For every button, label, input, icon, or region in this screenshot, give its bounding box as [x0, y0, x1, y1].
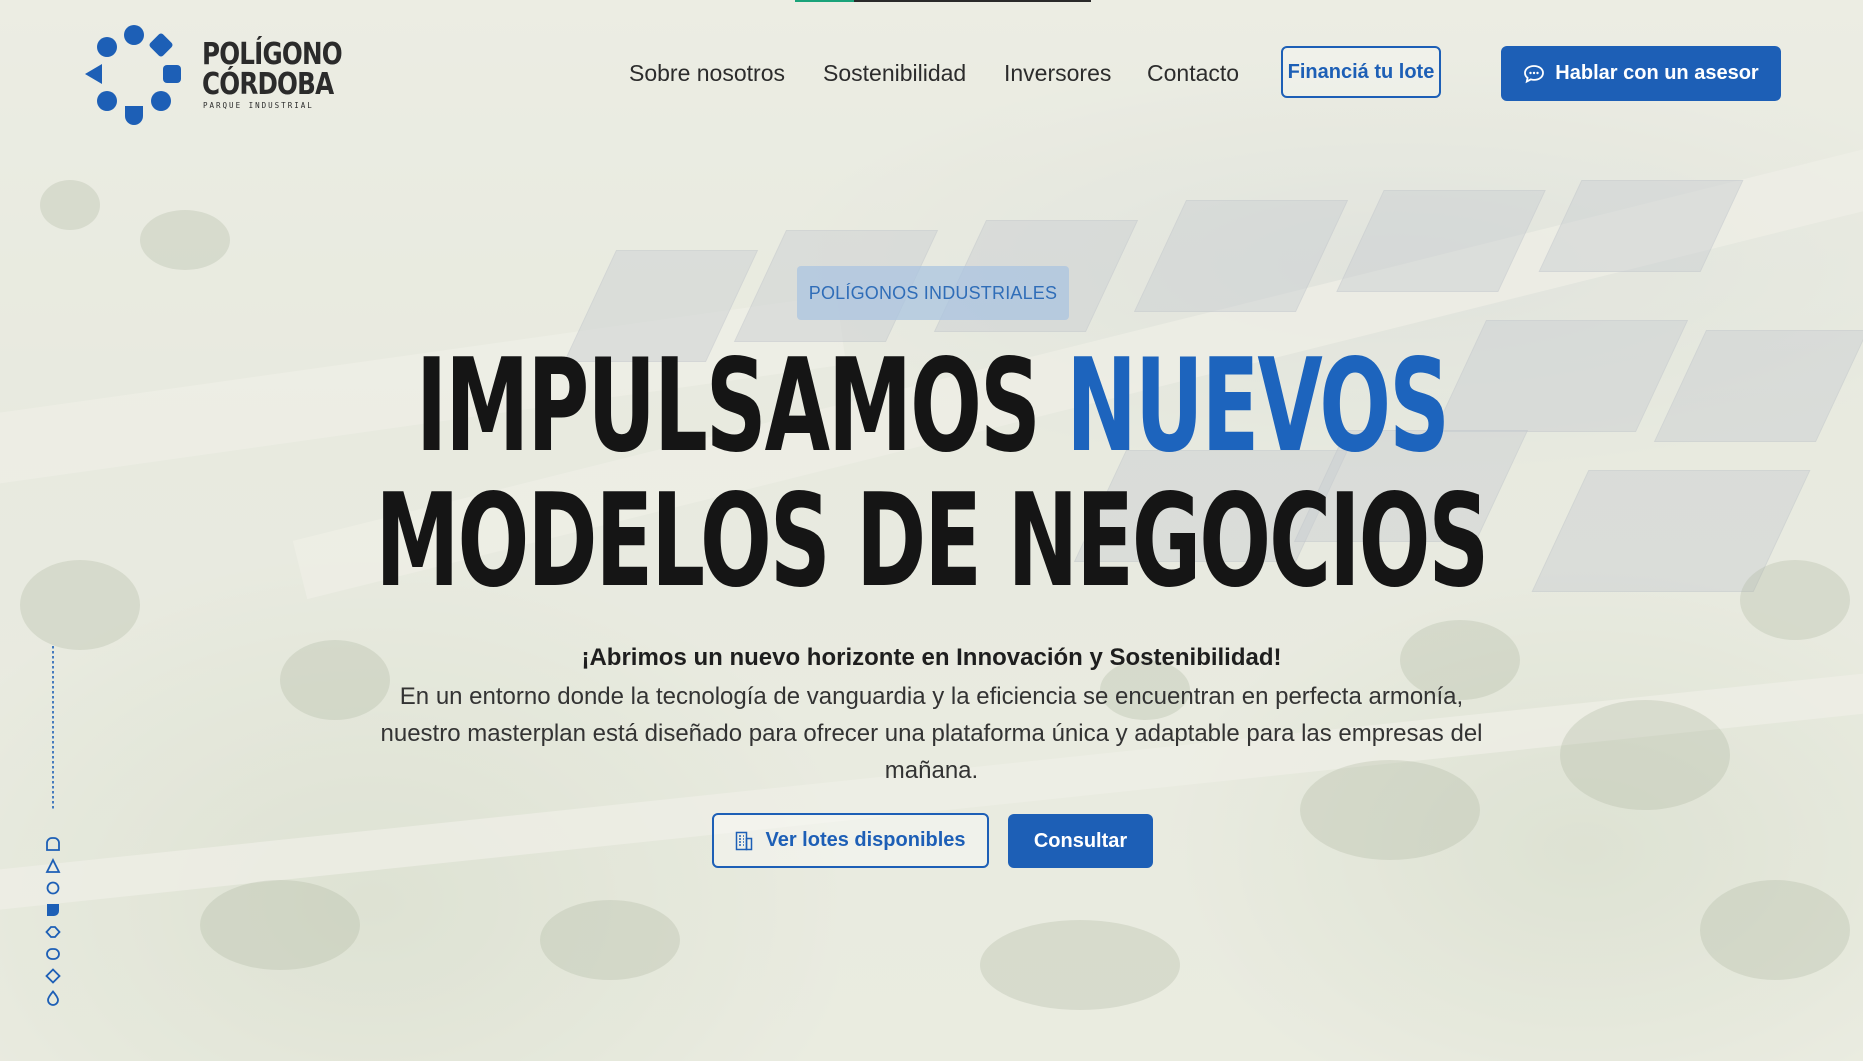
nav-contacto[interactable]: Contacto [1147, 60, 1239, 87]
active-shield-icon[interactable] [45, 902, 61, 918]
triangle-icon[interactable] [45, 858, 61, 874]
drop-icon[interactable] [45, 990, 61, 1006]
ver-lotes-label: Ver lotes disponibles [765, 829, 966, 851]
financia-lote-button[interactable]: Financiá tu lote [1281, 46, 1441, 98]
ver-lotes-button[interactable]: Ver lotes disponibles [712, 813, 989, 868]
hero-headline-line2: MODELOS DE NEGOCIOS [375, 467, 1490, 616]
section-shape-indicators [45, 836, 61, 1012]
building-icon [736, 831, 753, 850]
hablar-asesor-label: Hablar con un asesor [1555, 62, 1759, 84]
nav-inversores[interactable]: Inversores [1004, 60, 1111, 87]
logo-tagline: PARQUE INDUSTRIAL [203, 101, 314, 110]
logo-mark-icon [85, 25, 181, 125]
site-logo[interactable]: POLÍGONO CÓRDOBA PARQUE INDUSTRIAL [82, 22, 343, 126]
nav-sostenibilidad[interactable]: Sostenibilidad [823, 60, 966, 87]
consultar-label: Consultar [1033, 829, 1128, 852]
hero-lead: ¡Abrimos un nuevo horizonte en Innovació… [581, 644, 1282, 671]
nav-sobre-nosotros[interactable]: Sobre nosotros [629, 60, 785, 87]
page-progress-bar [795, 0, 1091, 2]
rounded-square-icon[interactable] [45, 836, 61, 852]
progress-fill [795, 0, 855, 2]
consultar-button[interactable]: Consultar [1008, 814, 1153, 868]
section-badge: POLÍGONOS INDUSTRIALES [797, 266, 1069, 320]
hero-headline-line1: IMPULSAMOS NUEVOS [0, 343, 1863, 471]
scroll-dotted-line [52, 646, 54, 810]
rhombus-icon[interactable] [45, 968, 61, 984]
financia-lote-label: Financiá tu lote [1287, 60, 1435, 83]
circle-icon[interactable] [45, 880, 61, 896]
headline-word-impulsamos: IMPULSAMOS [415, 332, 1040, 481]
hero-paragraph: En un entorno donde la tecnología de van… [380, 683, 1483, 784]
logo-wordmark: POLÍGONO CÓRDOBA [202, 37, 343, 102]
hablar-asesor-button[interactable]: Hablar con un asesor [1501, 46, 1781, 101]
chat-icon [1524, 64, 1545, 83]
headline-word-nuevos: NUEVOS [1065, 332, 1450, 481]
diamond-icon[interactable] [45, 924, 61, 940]
rounded-rect-icon[interactable] [45, 946, 61, 962]
